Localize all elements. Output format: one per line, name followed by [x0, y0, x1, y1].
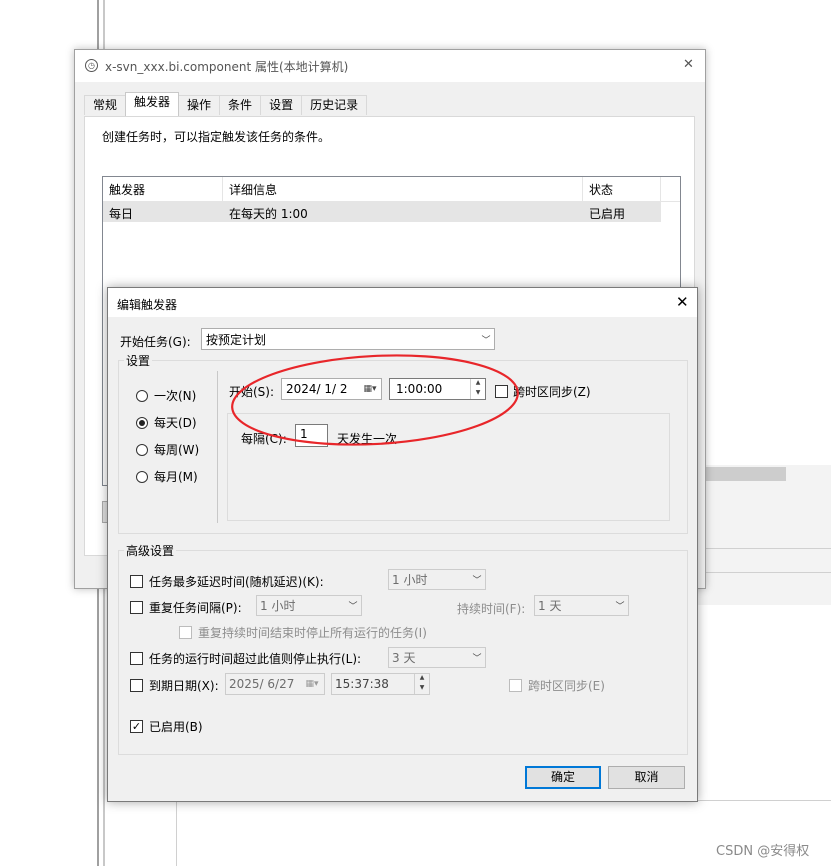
status-cell: 已启用	[589, 207, 626, 221]
stop-long-label: 任务的运行时间超过此值则停止执行(L):	[149, 652, 362, 666]
stop-long-checkbox[interactable]	[130, 652, 143, 665]
calendar-icon[interactable]: ▦▾	[300, 679, 324, 689]
background-divider	[697, 548, 831, 549]
stop-long-value: 3 天	[392, 651, 416, 665]
expire-date-value: 2025/ 6/27	[229, 677, 295, 691]
radio-weekly-control[interactable]	[136, 443, 148, 456]
settings-legend: 设置	[124, 352, 153, 369]
radio-daily[interactable]: 每天(D)	[136, 414, 197, 431]
radio-monthly-label: 每月(M)	[154, 470, 198, 484]
expire-sync-label: 跨时区同步(E)	[528, 679, 605, 693]
radio-once-control[interactable]	[136, 389, 148, 402]
table-row[interactable]: 每日 在每天的 1:00 已启用	[103, 202, 661, 222]
tab-settings[interactable]: 设置	[260, 95, 303, 115]
radio-monthly-control[interactable]	[136, 470, 148, 483]
stop-repeat-option[interactable]: 重复持续时间结束时停止所有运行的任务(I)	[179, 624, 427, 641]
enabled-checkbox[interactable]: ✓	[130, 720, 143, 733]
expire-checkbox[interactable]	[130, 679, 143, 692]
duration-label: 持续时间(F):	[457, 602, 526, 616]
expire-time-input[interactable]: 15:37:38 ▲ ▼	[331, 673, 430, 695]
stop-long-select[interactable]: 3 天 ﹀	[388, 647, 486, 668]
expire-time-spinner[interactable]: ▲ ▼	[414, 674, 429, 694]
spin-down-icon[interactable]: ▼	[415, 684, 429, 694]
trigger-cell: 每日	[109, 207, 134, 221]
chevron-down-icon: ﹀	[472, 576, 482, 586]
radio-daily-control[interactable]	[136, 416, 148, 429]
dialog-titlebar: 编辑触发器 ✕	[108, 288, 697, 317]
radio-monthly[interactable]: 每月(M)	[136, 468, 198, 485]
tab-bar: 常规 触发器 操作 条件 设置 历史记录	[84, 92, 368, 116]
delay-option[interactable]: 任务最多延迟时间(随机延迟)(K):	[130, 573, 324, 590]
spin-up-icon[interactable]: ▲	[415, 674, 429, 684]
background-window-panel	[697, 465, 831, 605]
enabled-label: 已启用(B)	[149, 720, 203, 734]
expire-label: 到期日期(X):	[149, 679, 219, 693]
expire-sync-option[interactable]: 跨时区同步(E)	[509, 677, 605, 694]
stop-long-option[interactable]: 任务的运行时间超过此值则停止执行(L):	[130, 650, 361, 667]
tab-triggers[interactable]: 触发器	[125, 92, 180, 116]
tab-conditions[interactable]: 条件	[219, 95, 262, 115]
radio-daily-label: 每天(D)	[154, 416, 197, 430]
settings-divider	[217, 371, 218, 523]
radio-once[interactable]: 一次(N)	[136, 387, 196, 404]
duration-select[interactable]: 1 天 ﹀	[534, 595, 629, 616]
trigger-list-header: 触发器 详细信息 状态	[103, 177, 680, 202]
detail-cell: 在每天的 1:00	[229, 207, 308, 221]
repeat-option[interactable]: 重复任务间隔(P):	[130, 599, 242, 616]
begin-task-label: 开始任务(G):	[120, 335, 191, 349]
advanced-legend: 高级设置	[124, 542, 177, 559]
properties-title: x-svn_xxx.bi.component 属性(本地计算机)	[105, 60, 349, 74]
delay-checkbox[interactable]	[130, 575, 143, 588]
clock-icon: ◷	[85, 59, 98, 72]
cancel-button[interactable]: 取消	[608, 766, 685, 789]
delay-value: 1 小时	[392, 573, 428, 587]
chevron-down-icon: ﹀	[472, 654, 482, 664]
stop-repeat-checkbox[interactable]	[179, 626, 192, 639]
begin-task-value: 按预定计划	[206, 332, 267, 347]
background-divider	[697, 572, 831, 573]
chevron-down-icon: ﹀	[481, 335, 491, 346]
delay-select[interactable]: 1 小时 ﹀	[388, 569, 486, 590]
repeat-select[interactable]: 1 小时 ﹀	[256, 595, 362, 616]
expire-date-picker[interactable]: 2025/ 6/27 ▦▾	[225, 673, 325, 695]
radio-weekly[interactable]: 每周(W)	[136, 441, 199, 458]
radio-once-label: 一次(N)	[154, 389, 197, 403]
expire-time-value: 15:37:38	[335, 677, 389, 691]
tab-history[interactable]: 历史记录	[301, 95, 368, 115]
duration-value: 1 天	[538, 599, 562, 613]
triggers-description: 创建任务时，可以指定触发该任务的条件。	[102, 130, 331, 144]
radio-weekly-label: 每周(W)	[154, 443, 200, 457]
repeat-label: 重复任务间隔(P):	[149, 601, 242, 615]
enabled-option[interactable]: ✓ 已启用(B)	[130, 718, 203, 735]
dialog-title: 编辑触发器	[117, 298, 178, 312]
repeat-value: 1 小时	[260, 599, 296, 613]
properties-close-icon[interactable]: ✕	[683, 57, 694, 72]
watermark: CSDN @安得权	[716, 844, 810, 859]
expire-sync-checkbox[interactable]	[509, 679, 522, 692]
column-trigger[interactable]: 触发器	[103, 177, 223, 201]
chevron-down-icon: ﹀	[615, 602, 625, 612]
column-detail[interactable]: 详细信息	[223, 177, 583, 201]
column-status[interactable]: 状态	[583, 177, 661, 201]
dialog-close-icon[interactable]: ✕	[676, 293, 689, 311]
begin-task-select[interactable]: 按预定计划 ﹀	[201, 328, 495, 350]
annotation-ellipse-shape	[231, 354, 519, 446]
tab-actions[interactable]: 操作	[178, 95, 221, 115]
delay-label: 任务最多延迟时间(随机延迟)(K):	[149, 575, 324, 589]
repeat-checkbox[interactable]	[130, 601, 143, 614]
background-scrollbar	[697, 467, 786, 481]
ok-button[interactable]: 确定	[525, 766, 601, 789]
red-annotation-ellipse	[231, 354, 519, 446]
stop-repeat-label: 重复持续时间结束时停止所有运行的任务(I)	[198, 626, 427, 640]
properties-titlebar: ◷ x-svn_xxx.bi.component 属性(本地计算机) ✕	[75, 50, 705, 82]
expire-option[interactable]: 到期日期(X):	[130, 677, 219, 694]
chevron-down-icon: ﹀	[348, 602, 358, 612]
tab-general[interactable]: 常规	[84, 95, 127, 115]
